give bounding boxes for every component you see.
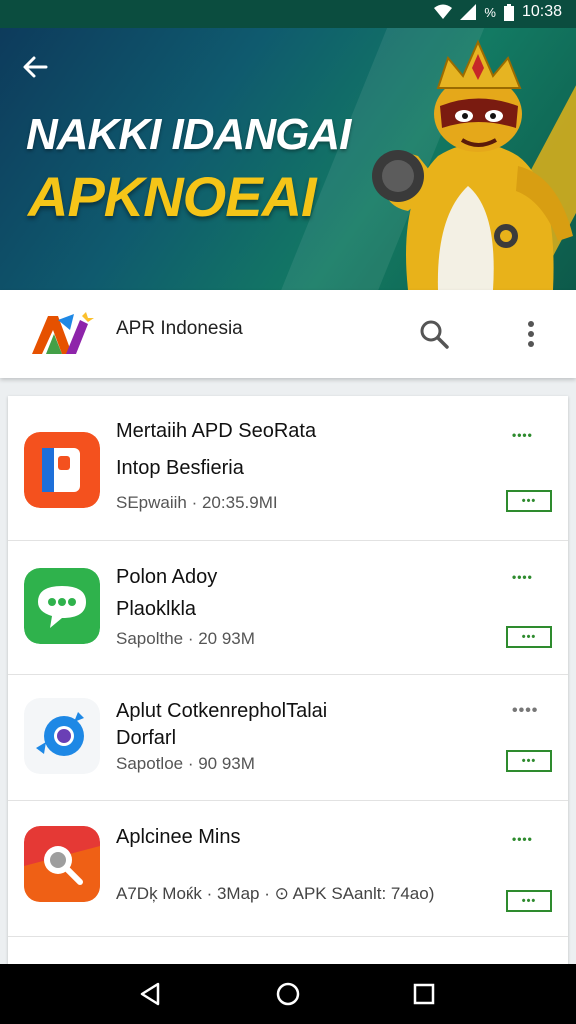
app-icon-chat bbox=[24, 568, 100, 644]
app-subtitle: Dorfarl bbox=[116, 727, 177, 749]
navigation-bar bbox=[0, 964, 576, 1024]
nav-home-icon[interactable] bbox=[274, 980, 302, 1008]
nav-recents-icon[interactable] bbox=[410, 980, 438, 1008]
apk-logo-icon bbox=[32, 312, 94, 354]
search-icon[interactable] bbox=[416, 316, 452, 352]
app-meta: A7Dķ Moќk · 3Map · ⊙ APK SAanlt: 74ao) bbox=[116, 884, 435, 903]
app-meta: Sapolthe · 20 93M bbox=[116, 629, 255, 648]
app-title: Polon Adoy bbox=[116, 566, 218, 588]
app-icon-search bbox=[24, 826, 100, 902]
app-list-card: Mertaiih APD SeoRata Intop Besfieria SEp… bbox=[8, 396, 568, 966]
app-title: Aplcinee Mins bbox=[116, 826, 241, 848]
list-item[interactable]: Aplut CotkenrepholTalai Dorfarl Sapotloe… bbox=[8, 674, 568, 801]
rating-dots: •••• bbox=[512, 428, 533, 442]
list-item[interactable]: Aplcinee Mins A7Dķ Moќk · 3Map · ⊙ APK S… bbox=[8, 800, 568, 937]
install-badge[interactable]: ••• bbox=[506, 890, 552, 912]
mascot-illustration bbox=[372, 39, 573, 290]
list-item[interactable]: Mertaiih APD SeoRata Intop Besfieria SEp… bbox=[8, 396, 568, 541]
app-title: Aplut CotkenrepholTalai bbox=[116, 700, 328, 722]
app-icon-p bbox=[24, 432, 100, 508]
rating-dots: •••• bbox=[512, 570, 533, 584]
clock: 10:38 bbox=[521, 3, 562, 20]
hero-banner: NAKKI IDANGAI APKNOEAI bbox=[0, 28, 576, 290]
app-subtitle: Intop Besfieria bbox=[116, 457, 244, 479]
more-options-icon[interactable] bbox=[516, 316, 546, 352]
more-dots: •••• bbox=[512, 702, 539, 719]
app-subtitle: Plaoklkla bbox=[116, 598, 197, 620]
battery-icon bbox=[503, 3, 514, 21]
nav-back-icon[interactable] bbox=[136, 980, 164, 1008]
app-meta: SEpwaiih · 20:35.9MI bbox=[116, 493, 278, 512]
signal-text: % bbox=[484, 4, 496, 20]
hero-title-line1: NAKKI IDANGAI bbox=[26, 110, 351, 159]
rating-dots: •••• bbox=[512, 832, 533, 846]
status-bar: % 10:38 bbox=[0, 0, 576, 28]
app-icon-camera bbox=[24, 698, 100, 774]
wifi-icon bbox=[434, 4, 453, 19]
install-badge[interactable]: ••• bbox=[506, 626, 552, 648]
app-name: APR Indonesia bbox=[116, 318, 243, 339]
hero-title-line2: APKNOEAI bbox=[28, 165, 317, 228]
app-meta: Sapotloe · 90 93M bbox=[116, 754, 255, 773]
signal-icon bbox=[460, 4, 477, 20]
back-arrow-icon[interactable] bbox=[18, 50, 52, 84]
app-title: Mertaiih APD SeoRata bbox=[116, 420, 317, 442]
install-badge[interactable]: ••• bbox=[506, 490, 552, 512]
install-badge[interactable]: ••• bbox=[506, 750, 552, 772]
status-icons: % 10:38 bbox=[434, 3, 562, 21]
app-bar: APR Indonesia bbox=[0, 290, 576, 378]
list-item[interactable]: Polon Adoy Plaoklkla Sapolthe · 20 93M •… bbox=[8, 540, 568, 675]
